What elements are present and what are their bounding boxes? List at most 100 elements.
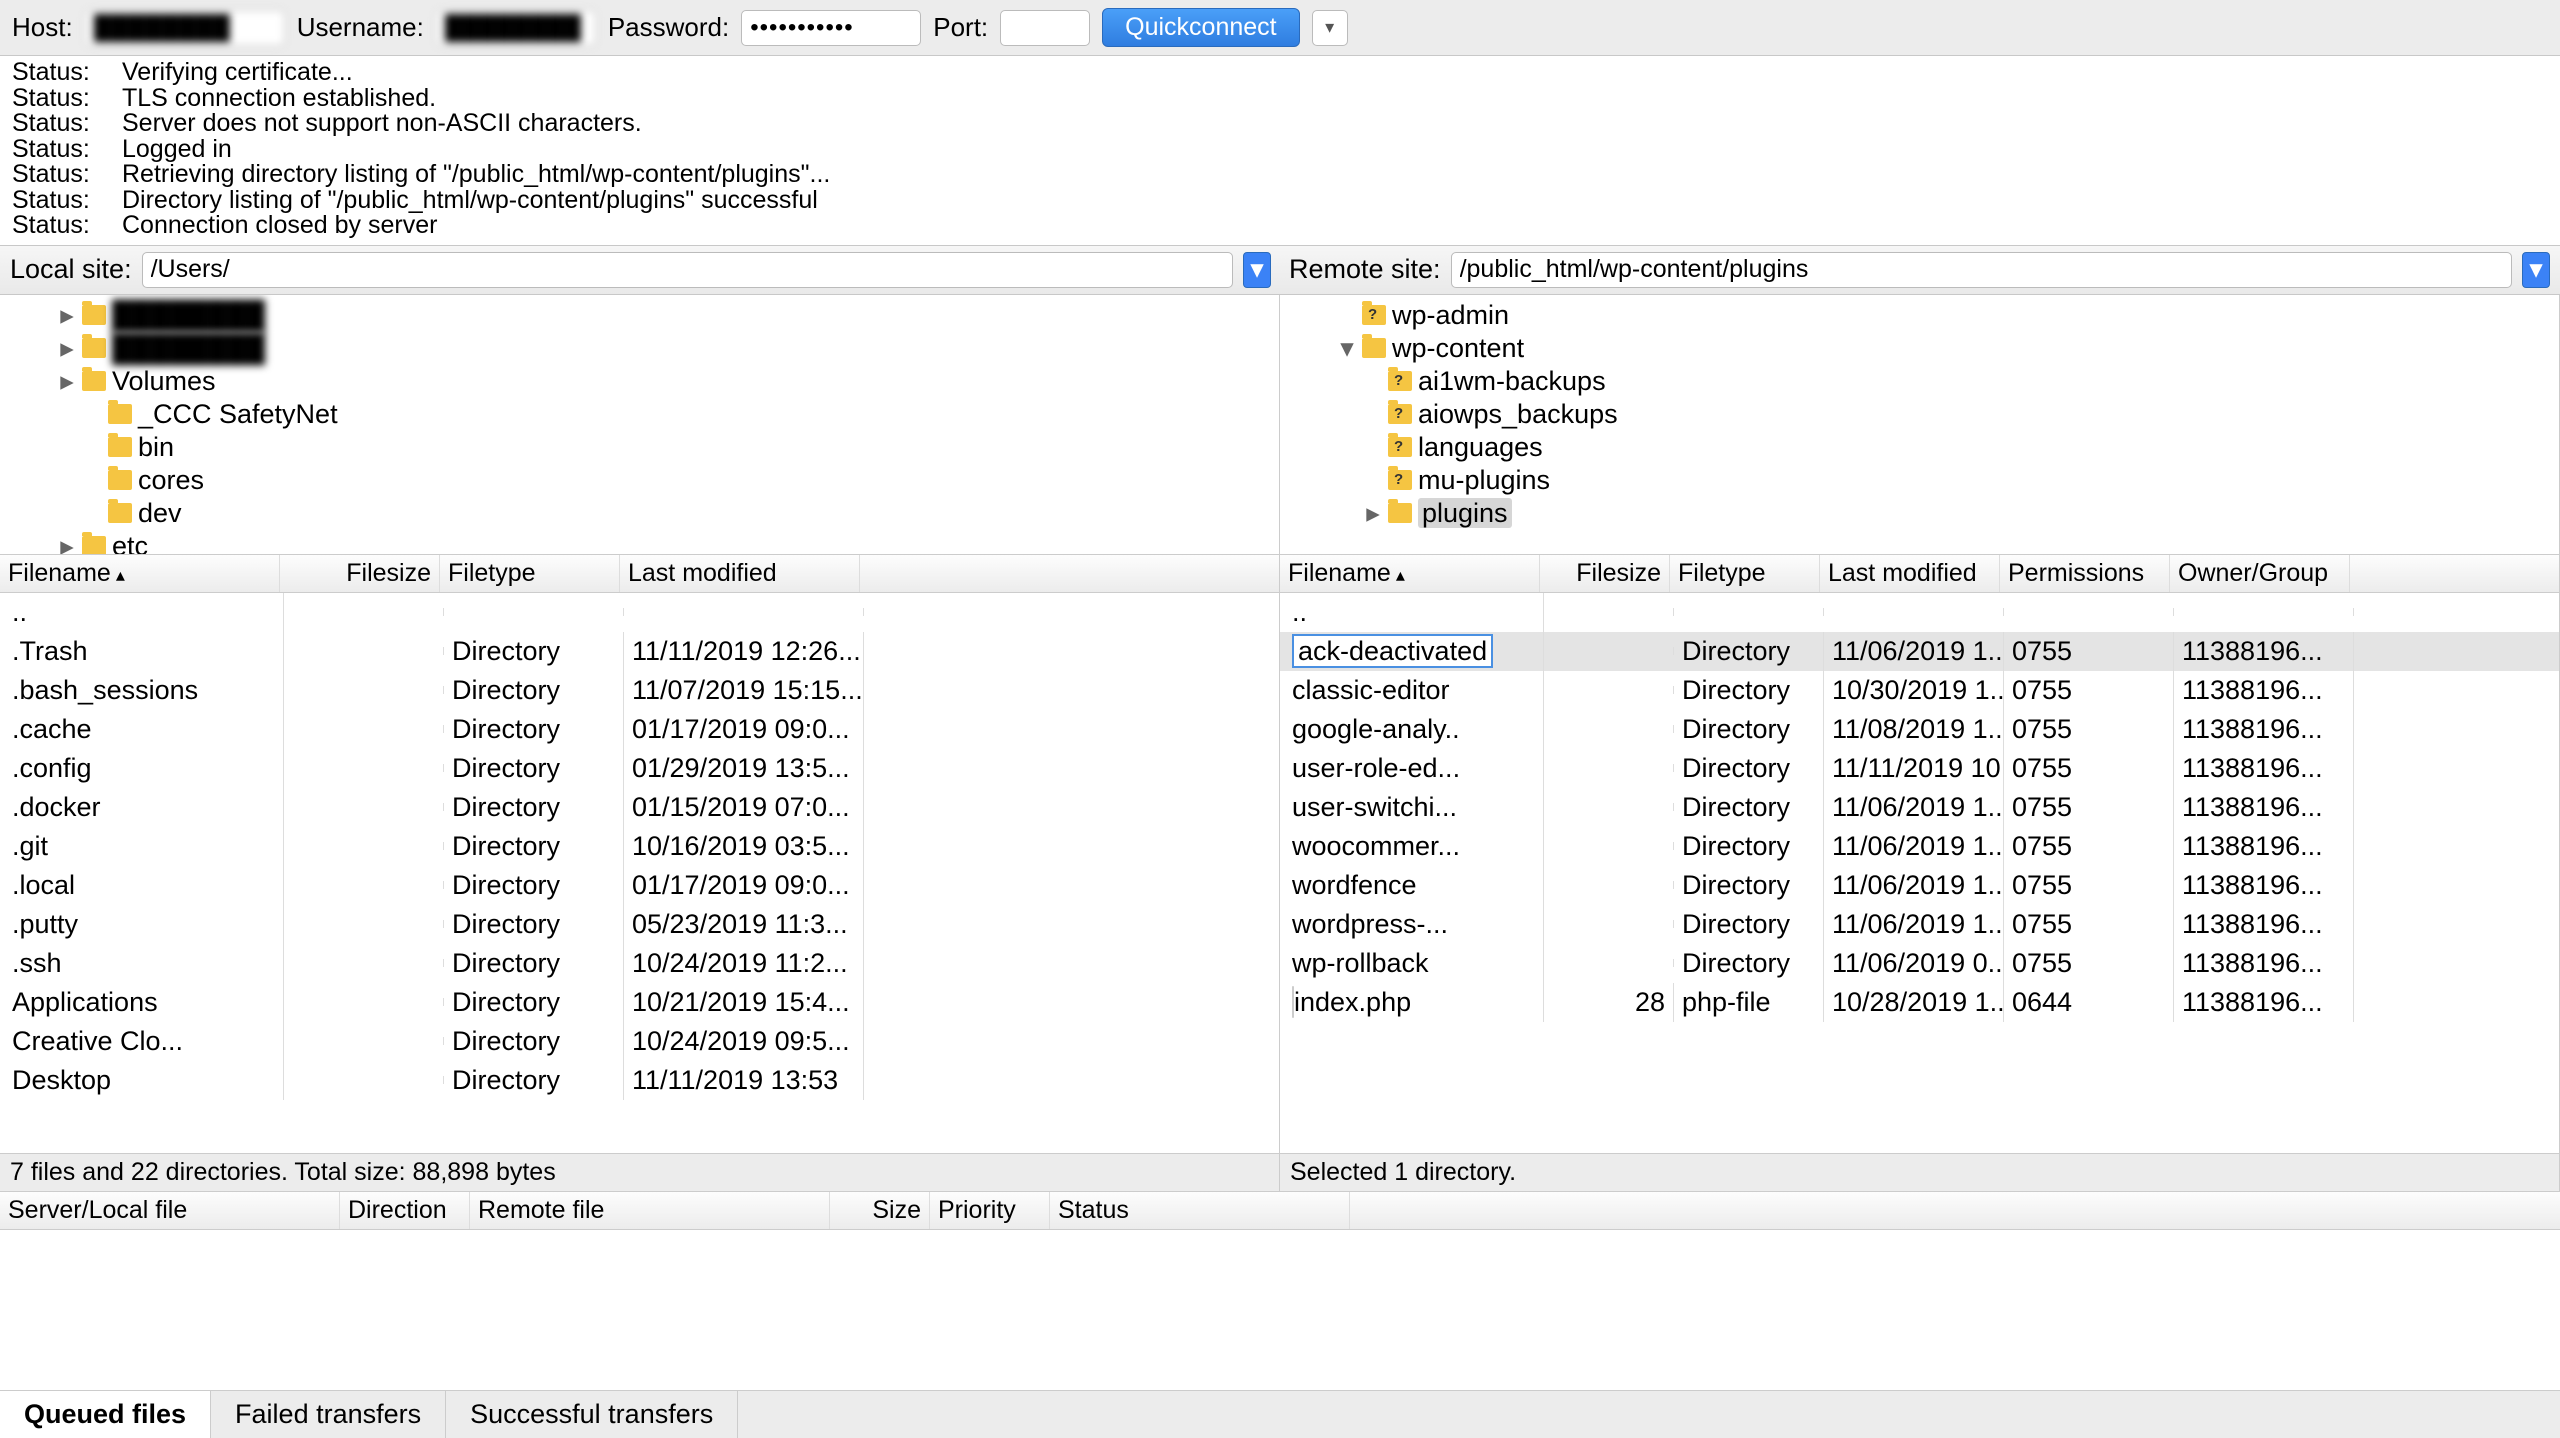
expand-icon[interactable]: ▸ xyxy=(58,366,76,397)
tab-failed[interactable]: Failed transfers xyxy=(211,1391,446,1438)
folder-icon xyxy=(1388,503,1412,523)
tree-item[interactable]: ai1wm-backups xyxy=(1286,365,2553,398)
remote-site-input[interactable] xyxy=(1451,252,2512,288)
file-row[interactable]: ApplicationsDirectory10/21/2019 15:4... xyxy=(0,983,1279,1022)
col-filesize[interactable]: Filesize xyxy=(280,555,440,592)
quickconnect-dropdown[interactable]: ▾ xyxy=(1312,10,1348,46)
file-row[interactable]: .sshDirectory10/24/2019 11:2... xyxy=(0,944,1279,983)
tree-item[interactable]: aiowps_backups xyxy=(1286,398,2553,431)
tree-item[interactable]: cores xyxy=(6,464,1273,497)
file-row[interactable]: .. xyxy=(0,593,1279,632)
tree-item[interactable]: bin xyxy=(6,431,1273,464)
file-row[interactable]: ack-deactivatedDirectory11/06/2019 1...0… xyxy=(1280,632,2559,671)
tree-label: etc xyxy=(112,531,148,555)
quickconnect-button[interactable]: Quickconnect xyxy=(1102,8,1299,47)
tree-label: Volumes xyxy=(112,366,216,397)
local-status: 7 files and 22 directories. Total size: … xyxy=(0,1153,1279,1191)
file-row[interactable]: woocommer...Directory11/06/2019 1...0755… xyxy=(1280,827,2559,866)
col-lastmod[interactable]: Last modified xyxy=(1820,555,2000,592)
expand-icon[interactable]: ▸ xyxy=(58,333,76,364)
file-row[interactable]: classic-editorDirectory10/30/2019 1...07… xyxy=(1280,671,2559,710)
local-site-dropdown[interactable]: ▾ xyxy=(1243,252,1271,288)
col-filetype[interactable]: Filetype xyxy=(440,555,620,592)
file-row[interactable]: .localDirectory01/17/2019 09:0... xyxy=(0,866,1279,905)
password-input[interactable] xyxy=(741,10,921,46)
tree-item[interactable]: _CCC SafetyNet xyxy=(6,398,1273,431)
port-input[interactable] xyxy=(1000,10,1090,46)
tree-item[interactable]: mu-plugins xyxy=(1286,464,2553,497)
tree-item[interactable]: dev xyxy=(6,497,1273,530)
folder-icon xyxy=(108,470,132,490)
file-row[interactable]: .. xyxy=(1280,593,2559,632)
file-row[interactable]: Creative Clo...Directory10/24/2019 09:5.… xyxy=(0,1022,1279,1061)
col-priority[interactable]: Priority xyxy=(930,1192,1050,1229)
port-label: Port: xyxy=(933,12,988,43)
host-input[interactable] xyxy=(85,10,285,46)
col-permissions[interactable]: Permissions xyxy=(2000,555,2170,592)
file-row[interactable]: wordfenceDirectory11/06/2019 1...0755113… xyxy=(1280,866,2559,905)
remote-file-header[interactable]: Filename Filesize Filetype Last modified… xyxy=(1280,555,2559,593)
col-filename[interactable]: Filename xyxy=(0,555,280,592)
local-site-input[interactable] xyxy=(142,252,1233,288)
tree-item[interactable]: ▸plugins xyxy=(1286,497,2553,530)
col-size[interactable]: Size xyxy=(830,1192,930,1229)
tree-item[interactable]: languages xyxy=(1286,431,2553,464)
file-icon xyxy=(1292,986,1294,1018)
expand-icon[interactable]: ▸ xyxy=(1364,498,1382,529)
username-label: Username: xyxy=(297,12,424,43)
tree-item[interactable]: ▾ wp-content xyxy=(1286,332,2553,365)
expand-icon[interactable]: ▾ xyxy=(1338,333,1356,364)
username-input[interactable] xyxy=(436,10,596,46)
queue-header[interactable]: Server/Local file Direction Remote file … xyxy=(0,1191,2560,1230)
col-lastmod[interactable]: Last modified xyxy=(620,555,860,592)
file-row[interactable]: wp-rollbackDirectory11/06/2019 0...07551… xyxy=(1280,944,2559,983)
file-row[interactable]: user-role-ed...Directory11/11/2019 10...… xyxy=(1280,749,2559,788)
file-row[interactable]: .configDirectory01/29/2019 13:5... xyxy=(0,749,1279,788)
rename-input[interactable]: ack-deactivated xyxy=(1292,634,1493,668)
tree-label: wp-content xyxy=(1392,333,1524,364)
file-row[interactable]: .dockerDirectory01/15/2019 07:0... xyxy=(0,788,1279,827)
tab-successful[interactable]: Successful transfers xyxy=(446,1391,738,1438)
local-file-header[interactable]: Filename Filesize Filetype Last modified xyxy=(0,555,1279,593)
tree-item[interactable]: ▸████████ xyxy=(6,332,1273,365)
file-row[interactable]: index.php28php-file10/28/2019 1...064411… xyxy=(1280,983,2559,1022)
folder-icon xyxy=(108,404,132,424)
col-filesize[interactable]: Filesize xyxy=(1540,555,1670,592)
tree-item[interactable]: ▸ etc xyxy=(6,530,1273,555)
file-row[interactable]: DesktopDirectory11/11/2019 13:53 xyxy=(0,1061,1279,1100)
remote-file-list[interactable]: .. ack-deactivatedDirectory11/06/2019 1.… xyxy=(1280,593,2559,1154)
expand-icon[interactable]: ▸ xyxy=(58,531,76,555)
col-owner[interactable]: Owner/Group xyxy=(2170,555,2350,592)
tree-item[interactable]: ▸ Volumes xyxy=(6,365,1273,398)
file-row[interactable]: google-analy..Directory11/08/2019 1...07… xyxy=(1280,710,2559,749)
local-tree[interactable]: ▸████████▸████████▸Volumes _CCC SafetyNe… xyxy=(0,295,1279,555)
transfer-tabs: Queued files Failed transfers Successful… xyxy=(0,1390,2560,1438)
col-filename[interactable]: Filename xyxy=(1280,555,1540,592)
tab-queued[interactable]: Queued files xyxy=(0,1391,211,1438)
local-file-list[interactable]: .. .TrashDirectory11/11/2019 12:26... .b… xyxy=(0,593,1279,1154)
tree-item[interactable]: wp-admin xyxy=(1286,299,2553,332)
col-filetype[interactable]: Filetype xyxy=(1670,555,1820,592)
col-direction[interactable]: Direction xyxy=(340,1192,470,1229)
file-row[interactable]: .gitDirectory10/16/2019 03:5... xyxy=(0,827,1279,866)
col-remote[interactable]: Remote file xyxy=(470,1192,830,1229)
file-row[interactable]: user-switchi...Directory11/06/2019 1...0… xyxy=(1280,788,2559,827)
file-row[interactable]: .puttyDirectory05/23/2019 11:3... xyxy=(0,905,1279,944)
log-label: Status: xyxy=(12,111,102,137)
log-label: Status: xyxy=(12,60,102,86)
file-row[interactable]: .TrashDirectory11/11/2019 12:26... xyxy=(0,632,1279,671)
col-status[interactable]: Status xyxy=(1050,1192,1350,1229)
file-row[interactable]: .cacheDirectory01/17/2019 09:0... xyxy=(0,710,1279,749)
expand-icon[interactable]: ▸ xyxy=(58,300,76,331)
remote-site-dropdown[interactable]: ▾ xyxy=(2522,252,2550,288)
tree-label: _CCC SafetyNet xyxy=(138,399,338,430)
col-server[interactable]: Server/Local file xyxy=(0,1192,340,1229)
file-row[interactable]: .bash_sessionsDirectory11/07/2019 15:15.… xyxy=(0,671,1279,710)
remote-tree[interactable]: wp-admin▾ wp-content ai1wm-backups aiowps… xyxy=(1280,295,2559,555)
file-row[interactable]: wordpress-...Directory11/06/2019 1...075… xyxy=(1280,905,2559,944)
tree-item[interactable]: ▸████████ xyxy=(6,299,1273,332)
log-message: Verifying certificate... xyxy=(122,60,353,86)
log-message: Server does not support non-ASCII charac… xyxy=(122,111,642,137)
folder-icon xyxy=(82,536,106,555)
queue-list[interactable] xyxy=(0,1230,2560,1390)
